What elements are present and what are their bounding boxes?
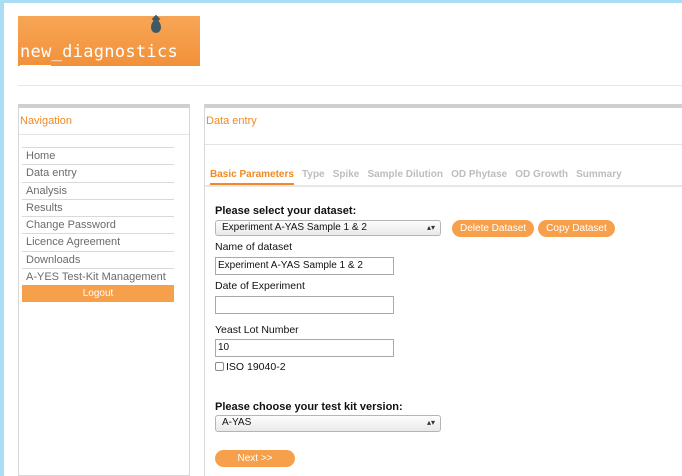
basic-parameters-form: Please select your dataset: Experiment A… (215, 205, 675, 467)
sidebar-item-test-kit-management[interactable]: A-YES Test-Kit Management (22, 268, 174, 285)
iso-label: ISO 19040-2 (226, 361, 286, 373)
yeast-lot-input[interactable]: 10 (215, 339, 394, 357)
page-title: Data entry (206, 115, 257, 127)
logout-button[interactable]: Logout (22, 285, 174, 303)
tab-spike[interactable]: Spike (333, 169, 360, 183)
main-divider (205, 144, 682, 145)
tab-od-growth[interactable]: OD Growth (515, 169, 568, 183)
kit-prompt: Please choose your test kit version: (215, 401, 403, 413)
tabs-divider (205, 185, 682, 187)
header-divider (18, 85, 682, 86)
dataset-name-input[interactable]: Experiment A-YAS Sample 1 & 2 (215, 257, 394, 275)
main-panel: Data entry Basic Parameters Type Spike S… (204, 104, 682, 476)
water-drop-icon (151, 20, 161, 33)
kit-select-value: A-YAS (222, 417, 252, 428)
top-edge (0, 0, 682, 3)
sidebar-item-home[interactable]: Home (22, 147, 174, 164)
tab-basic-parameters[interactable]: Basic Parameters (210, 169, 294, 186)
dataset-prompt: Please select your dataset: (215, 205, 357, 217)
copy-dataset-button[interactable]: Copy Dataset (538, 219, 615, 237)
date-input[interactable] (215, 296, 394, 314)
tab-od-phytase[interactable]: OD Phytase (451, 169, 507, 183)
dataset-select-value: Experiment A-YAS Sample 1 & 2 (222, 222, 367, 233)
iso-checkbox[interactable] (215, 362, 224, 371)
sidebar-item-change-password[interactable]: Change Password (22, 216, 174, 233)
sidebar-item-analysis[interactable]: Analysis (22, 181, 174, 199)
logo-underline (20, 65, 51, 67)
logo[interactable]: new_diagnostics (18, 16, 200, 67)
tab-bar: Basic Parameters Type Spike Sample Dilut… (210, 168, 627, 186)
sidebar-nav-list: Home Data entry Analysis Results Change … (22, 147, 174, 303)
select-arrows-icon: ▴▾ (426, 418, 435, 427)
sidebar-item-downloads[interactable]: Downloads (22, 250, 174, 268)
tab-sample-dilution[interactable]: Sample Dilution (367, 169, 443, 183)
name-label: Name of dataset (215, 241, 293, 253)
iso-row: ISO 19040-2 (215, 361, 675, 373)
sidebar-title: Navigation (20, 115, 72, 127)
logo-text: new_diagnostics (20, 42, 179, 62)
tab-type[interactable]: Type (302, 169, 325, 183)
sidebar-divider (19, 134, 189, 135)
date-label: Date of Experiment (215, 280, 305, 292)
select-arrows-icon: ▴▾ (426, 223, 435, 232)
delete-dataset-button[interactable]: Delete Dataset (452, 219, 535, 237)
sidebar-item-licence-agreement[interactable]: Licence Agreement (22, 233, 174, 250)
sidebar: Navigation Home Data entry Analysis Resu… (18, 104, 190, 476)
next-button[interactable]: Next >> (215, 450, 295, 467)
kit-version-select[interactable]: A-YAS ▴▾ (215, 415, 441, 432)
sidebar-item-results[interactable]: Results (22, 198, 174, 216)
sidebar-item-data-entry[interactable]: Data entry (22, 164, 174, 181)
tab-summary[interactable]: Summary (576, 169, 622, 183)
lot-label: Yeast Lot Number (215, 324, 299, 336)
left-edge (0, 0, 4, 476)
dataset-select[interactable]: Experiment A-YAS Sample 1 & 2 ▴▾ (215, 220, 441, 236)
